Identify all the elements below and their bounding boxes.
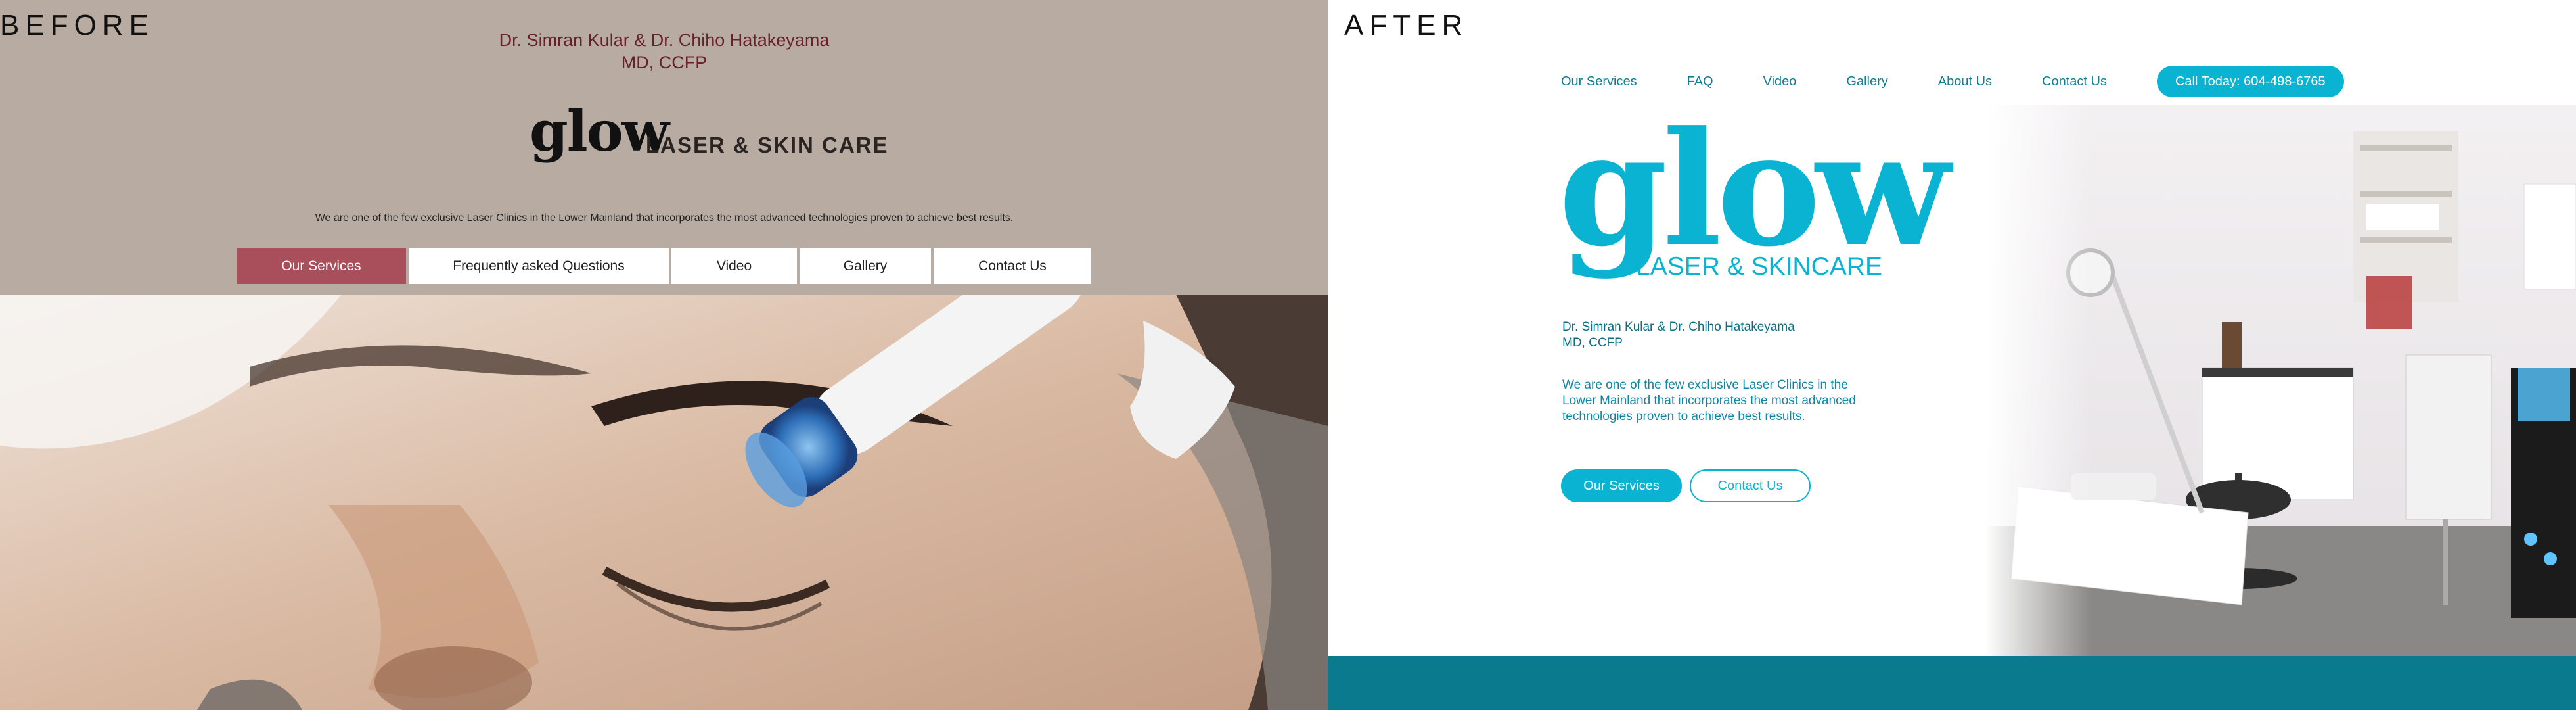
before-nav-our-services[interactable]: Our Services — [237, 248, 406, 284]
before-label: BEFORE — [0, 9, 154, 41]
after-doctors: Dr. Simran Kular & Dr. Chiho Hatakeyama … — [1562, 320, 1795, 351]
after-clinic-photo — [1985, 105, 2576, 656]
before-nav-gallery[interactable]: Gallery — [800, 248, 931, 284]
after-nav-our-services[interactable]: Our Services — [1561, 74, 1637, 89]
after-nav-contact[interactable]: Contact Us — [2042, 74, 2107, 89]
call-today-button[interactable]: Call Today: 604-498-6765 — [2156, 66, 2344, 97]
after-nav-gallery[interactable]: Gallery — [1846, 74, 1887, 89]
after-nav-faq[interactable]: FAQ — [1687, 74, 1713, 89]
before-doctors-names: Dr. Simran Kular & Dr. Chiho Hatakeyama — [499, 30, 830, 50]
after-doctors-names: Dr. Simran Kular & Dr. Chiho Hatakeyama — [1562, 320, 1795, 334]
before-logo-subtitle: LASER & SKIN CARE — [646, 133, 889, 157]
after-panel: AFTER Our Services FAQ Video Gallery Abo… — [1328, 0, 2576, 710]
after-footer-band — [1328, 656, 2576, 710]
after-logo-subtitle: LASER & SKINCARE — [1636, 252, 1882, 281]
after-nav-video[interactable]: Video — [1763, 74, 1797, 89]
before-nav-faq[interactable]: Frequently asked Questions — [409, 248, 669, 284]
before-panel: Dr. Simran Kular & Dr. Chiho Hatakeyama … — [0, 0, 1328, 710]
our-services-button[interactable]: Our Services — [1561, 469, 1682, 502]
before-nav-video[interactable]: Video — [671, 248, 797, 284]
before-doctors-credentials: MD, CCFP — [621, 53, 708, 72]
after-description: We are one of the few exclusive Laser Cl… — [1562, 378, 1856, 423]
before-header: Dr. Simran Kular & Dr. Chiho Hatakeyama … — [0, 0, 1328, 295]
clinic-room-photo — [1985, 105, 2576, 656]
before-nav-contact[interactable]: Contact Us — [934, 248, 1091, 284]
after-doctors-credentials: MD, CCFP — [1562, 336, 1623, 350]
before-doctors: Dr. Simran Kular & Dr. Chiho Hatakeyama … — [0, 29, 1328, 74]
before-nav: Our Services Frequently asked Questions … — [237, 248, 1091, 284]
before-description: We are one of the few exclusive Laser Cl… — [315, 212, 1014, 224]
after-label: AFTER — [1344, 9, 1469, 41]
before-hero-image — [0, 295, 1328, 710]
after-logo-word[interactable]: glow — [1558, 112, 1950, 268]
after-nav-about[interactable]: About Us — [1938, 74, 1992, 89]
contact-us-button[interactable]: Contact Us — [1690, 469, 1811, 502]
face-treatment-photo — [0, 295, 1328, 710]
after-nav: Our Services FAQ Video Gallery About Us … — [1561, 66, 2344, 97]
